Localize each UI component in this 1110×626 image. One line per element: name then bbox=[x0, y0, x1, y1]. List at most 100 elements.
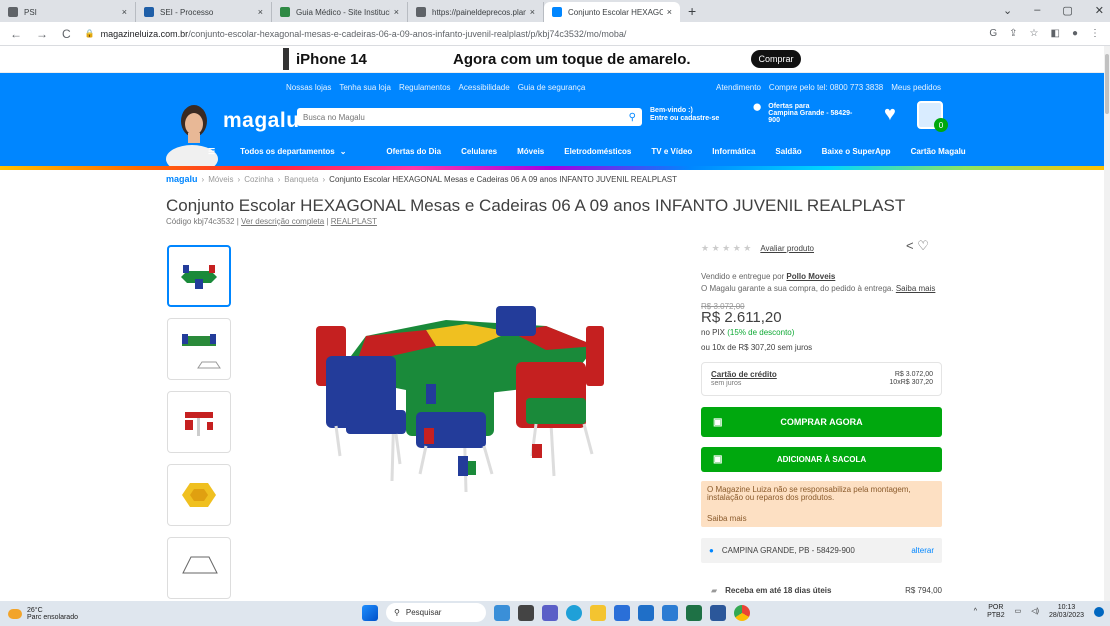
side-panel-icon[interactable]: ◧ bbox=[1051, 28, 1060, 39]
store-icon[interactable] bbox=[614, 604, 630, 621]
notification-icon[interactable] bbox=[1094, 607, 1104, 617]
windows-taskbar: 26°C Parc ensolarado ⚲ Pesquisar ^ POR PTB2… bbox=[0, 601, 1110, 626]
forward-icon[interactable]: → bbox=[36, 27, 48, 41]
mail-icon[interactable] bbox=[638, 604, 654, 621]
search-box[interactable]: ⚲ bbox=[297, 108, 642, 126]
thumbnail-1[interactable] bbox=[167, 245, 231, 307]
tab-close-icon[interactable]: × bbox=[258, 7, 263, 17]
header-right-link-3[interactable]: Meus pedidos bbox=[891, 83, 941, 92]
tab-close-icon[interactable]: × bbox=[530, 7, 535, 17]
back-icon[interactable]: ← bbox=[10, 27, 22, 41]
credit-card-option[interactable]: Cartão de crédito sem juros R$ 3.072,00 10… bbox=[701, 362, 942, 396]
guarantee-link[interactable]: Saiba mais bbox=[896, 284, 936, 293]
weather-widget[interactable]: 26°C Parc ensolarado bbox=[8, 607, 78, 621]
magalu-logo[interactable]: magalu bbox=[223, 109, 300, 133]
google-icon[interactable]: G bbox=[989, 28, 997, 39]
header-link-5[interactable]: Guia de segurança bbox=[518, 83, 586, 92]
browser-tab-3[interactable]: Guia Médico - Site Institucional × bbox=[272, 2, 408, 22]
menu-item-3[interactable]: Celulares bbox=[461, 147, 497, 156]
menu-item-7[interactable]: Informática bbox=[712, 147, 755, 156]
browser-menu-icon[interactable]: ⋮ bbox=[1090, 28, 1100, 39]
favorites-heart-icon[interactable]: ♥ bbox=[884, 103, 896, 126]
menu-item-2[interactable]: Ofertas do Dia bbox=[386, 147, 441, 156]
bookmark-star-icon[interactable]: ☆ bbox=[1030, 28, 1039, 39]
change-location-link[interactable]: alterar bbox=[911, 546, 934, 555]
header-right-link-1[interactable]: Atendimento bbox=[716, 83, 761, 92]
reload-icon[interactable]: C bbox=[62, 27, 71, 41]
minimize-icon[interactable]: – bbox=[1034, 4, 1040, 17]
header-right-link-2[interactable]: Compre pelo tel: 0800 773 3838 bbox=[769, 83, 883, 92]
excel-icon[interactable] bbox=[686, 604, 702, 621]
rate-product-link[interactable]: Avaliar produto bbox=[760, 244, 814, 253]
tab-close-icon[interactable]: × bbox=[394, 7, 399, 17]
header-link-4[interactable]: Acessibilidade bbox=[459, 83, 510, 92]
widgets-icon[interactable] bbox=[494, 604, 510, 621]
brand-link[interactable]: REALPLAST bbox=[331, 217, 377, 226]
edge-icon[interactable] bbox=[566, 604, 582, 621]
share-favorite-icons[interactable]: < ♡ bbox=[906, 238, 929, 254]
share-page-icon[interactable]: ⇪ bbox=[1009, 28, 1017, 39]
taskbar-search[interactable]: ⚲ Pesquisar bbox=[386, 603, 486, 622]
search-input[interactable] bbox=[303, 112, 629, 122]
product-main-image[interactable] bbox=[296, 306, 632, 502]
add-to-bag-button[interactable]: ▣ ADICIONAR À SACOLA bbox=[701, 447, 942, 472]
windows-start-icon[interactable] bbox=[362, 604, 378, 621]
thumbnail-4[interactable] bbox=[167, 464, 231, 526]
offers-location[interactable]: ● Ofertas para Campina Grande - 58429-900 bbox=[752, 98, 862, 124]
browser-tab-1[interactable]: PSI × bbox=[0, 2, 136, 22]
menu-item-4[interactable]: Móveis bbox=[517, 147, 544, 156]
menu-item-9[interactable]: Baixe o SuperApp bbox=[822, 147, 891, 156]
seller-link[interactable]: Pollo Moveis bbox=[786, 272, 835, 281]
menu-item-1[interactable]: ☰ Todos os departamentos ⌄ bbox=[208, 147, 366, 156]
explorer-icon[interactable] bbox=[590, 604, 606, 621]
browser-tab-2[interactable]: SEI - Processo × bbox=[136, 2, 272, 22]
header-link-1[interactable]: Nossas lojas bbox=[286, 83, 331, 92]
profile-icon[interactable]: ● bbox=[1072, 28, 1078, 39]
language-indicator[interactable]: POR PTB2 bbox=[987, 604, 1005, 620]
tab-close-icon[interactable]: × bbox=[122, 7, 127, 17]
browser-tab-4[interactable]: https://paineldeprecos.planejam... × bbox=[408, 2, 544, 22]
thumbnail-5[interactable] bbox=[167, 537, 231, 599]
breadcrumb-item[interactable]: Cozinha bbox=[244, 175, 273, 184]
teams-icon[interactable] bbox=[542, 604, 558, 621]
browser-tab-5[interactable]: Conjunto Escolar HEXAGONAL M... × bbox=[544, 2, 680, 22]
breadcrumb-item[interactable]: Banqueta bbox=[284, 175, 318, 184]
header-link-2[interactable]: Tenha sua loja bbox=[339, 83, 391, 92]
task-view-icon[interactable] bbox=[518, 604, 534, 621]
new-tab-icon[interactable]: + bbox=[688, 3, 696, 19]
menu-item-5[interactable]: Eletrodomésticos bbox=[564, 147, 631, 156]
search-icon[interactable]: ⚲ bbox=[629, 112, 636, 123]
clock[interactable]: 10:13 28/03/2023 bbox=[1049, 604, 1084, 620]
menu-item-10[interactable]: Cartão Magalu bbox=[911, 147, 966, 156]
thumbnail-3[interactable] bbox=[167, 391, 231, 453]
docs-icon[interactable] bbox=[662, 604, 678, 621]
tab-search-icon[interactable]: ⌄ bbox=[1003, 4, 1012, 17]
volume-icon[interactable]: ◁) bbox=[1031, 608, 1039, 616]
login-link[interactable]: Bem-vindo :) Entre ou cadastre-se bbox=[650, 107, 719, 123]
thumbnail-2[interactable] bbox=[167, 318, 231, 380]
promo-message: Agora com um toque de amarelo. bbox=[453, 51, 691, 68]
word-icon[interactable] bbox=[710, 604, 726, 621]
menu-item-6[interactable]: TV e Vídeo bbox=[651, 147, 692, 156]
description-link[interactable]: Ver descrição completa bbox=[241, 217, 324, 226]
network-icon[interactable]: ▭ bbox=[1015, 608, 1022, 616]
browser-tab-strip: PSI × SEI - Processo × Guia Médico - Site In… bbox=[0, 0, 1110, 22]
chevron-down-icon: ⌄ bbox=[339, 147, 347, 156]
chrome-icon[interactable] bbox=[734, 604, 750, 621]
bag-icon: ▣ bbox=[713, 416, 723, 428]
promo-buy-button[interactable]: Comprar bbox=[751, 50, 801, 68]
tray-chevron-icon[interactable]: ^ bbox=[974, 608, 977, 616]
warning-more-link[interactable]: Saiba mais bbox=[707, 515, 747, 523]
url-field[interactable]: 🔒 magazineluiza.com.br/conjunto-escolar-… bbox=[85, 25, 955, 43]
close-window-icon[interactable]: ✕ bbox=[1095, 4, 1104, 17]
menu-item-8[interactable]: Saldão bbox=[775, 147, 801, 156]
breadcrumb-item[interactable]: Móveis bbox=[208, 175, 233, 184]
maximize-icon[interactable]: ▢ bbox=[1062, 4, 1072, 17]
tab-close-icon[interactable]: × bbox=[667, 7, 672, 17]
header-link-3[interactable]: Regulamentos bbox=[399, 83, 451, 92]
buy-now-button[interactable]: ▣ COMPRAR AGORA bbox=[701, 407, 942, 437]
cart-bag-icon[interactable]: 0 bbox=[917, 101, 948, 132]
scrollbar[interactable] bbox=[1104, 46, 1110, 601]
breadcrumb-home[interactable]: magalu bbox=[166, 174, 198, 184]
promo-banner[interactable]: iPhone 14 Agora com um toque de amarelo.… bbox=[0, 46, 1104, 73]
